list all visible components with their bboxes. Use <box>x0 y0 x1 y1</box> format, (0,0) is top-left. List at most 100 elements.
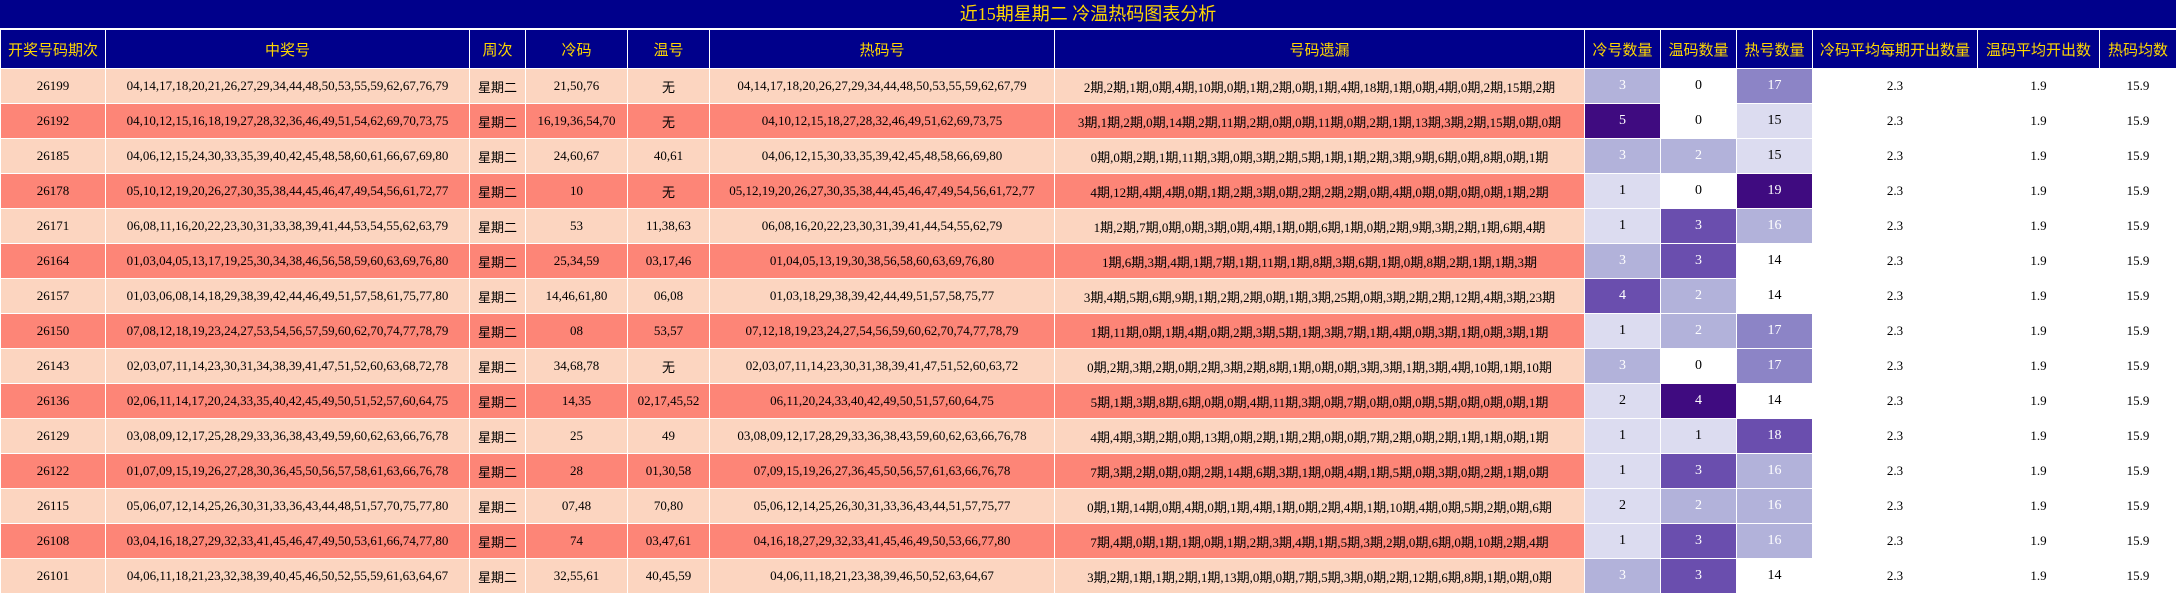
table-row: 2619904,14,17,18,20,21,26,27,29,34,44,48… <box>1 69 2176 104</box>
hot-count-cell: 17 <box>1737 69 1813 104</box>
numbers-cell: 03,08,09,12,17,25,28,29,33,36,38,43,49,5… <box>106 419 470 454</box>
cold-avg-cell: 2.3 <box>1813 384 1978 419</box>
cold-avg-cell: 2.3 <box>1813 279 1978 314</box>
period-cell: 26143 <box>1 349 106 384</box>
col-header-warm-count: 温码数量 <box>1661 30 1737 69</box>
warm-avg-cell: 1.9 <box>1978 174 2100 209</box>
missing-cell: 1期,6期,3期,4期,1期,7期,1期,11期,1期,8期,3期,6期,1期,… <box>1055 244 1585 279</box>
table-row: 2617805,10,12,19,20,26,27,30,35,38,44,45… <box>1 174 2176 209</box>
period-cell: 26136 <box>1 384 106 419</box>
warm-numbers-cell: 40,61 <box>628 139 710 174</box>
table-row: 2612201,07,09,15,19,26,27,28,30,36,45,50… <box>1 454 2176 489</box>
numbers-cell: 05,06,07,12,14,25,26,30,31,33,36,43,44,4… <box>106 489 470 524</box>
cold-count-cell: 1 <box>1585 454 1661 489</box>
hot-count-cell: 14 <box>1737 384 1813 419</box>
warm-avg-cell: 1.9 <box>1978 349 2100 384</box>
period-cell: 26115 <box>1 489 106 524</box>
hot-count-cell: 19 <box>1737 174 1813 209</box>
warm-numbers-cell: 11,38,63 <box>628 209 710 244</box>
warm-count-cell: 2 <box>1661 489 1737 524</box>
hot-numbers-cell: 04,06,12,15,30,33,35,39,42,45,48,58,66,6… <box>710 139 1055 174</box>
heat-table-chart: 近15期星期二 冷温热码图表分析 开奖号码期次 中奖号 周次 冷码 温号 热码号… <box>0 0 2176 591</box>
warm-numbers-cell: 02,17,45,52 <box>628 384 710 419</box>
weekday-cell: 星期二 <box>470 524 526 559</box>
cold-avg-cell: 2.3 <box>1813 104 1978 139</box>
missing-cell: 1期,11期,0期,1期,4期,0期,2期,3期,5期,1期,3期,7期,1期,… <box>1055 314 1585 349</box>
cold-avg-cell: 2.3 <box>1813 559 1978 594</box>
missing-cell: 2期,2期,1期,0期,4期,10期,0期,1期,2期,0期,1期,4期,18期… <box>1055 69 1585 104</box>
warm-numbers-cell: 70,80 <box>628 489 710 524</box>
hot-avg-cell: 15.9 <box>2100 559 2176 594</box>
table-row: 2614302,03,07,11,14,23,30,31,34,38,39,41… <box>1 349 2176 384</box>
warm-avg-cell: 1.9 <box>1978 139 2100 174</box>
period-cell: 26101 <box>1 559 106 594</box>
warm-numbers-cell: 无 <box>628 349 710 384</box>
weekday-cell: 星期二 <box>470 349 526 384</box>
warm-avg-cell: 1.9 <box>1978 209 2100 244</box>
warm-avg-cell: 1.9 <box>1978 454 2100 489</box>
cold-numbers-cell: 32,55,61 <box>526 559 628 594</box>
weekday-cell: 星期二 <box>470 419 526 454</box>
cold-numbers-cell: 53 <box>526 209 628 244</box>
hot-numbers-cell: 06,08,16,20,22,23,30,31,39,41,44,54,55,6… <box>710 209 1055 244</box>
missing-cell: 5期,1期,3期,8期,6期,0期,0期,4期,11期,3期,0期,7期,0期,… <box>1055 384 1585 419</box>
numbers-cell: 01,03,06,08,14,18,29,38,39,42,44,46,49,5… <box>106 279 470 314</box>
cold-numbers-cell: 34,68,78 <box>526 349 628 384</box>
table-row: 2615007,08,12,18,19,23,24,27,53,54,56,57… <box>1 314 2176 349</box>
weekday-cell: 星期二 <box>470 384 526 419</box>
warm-numbers-cell: 53,57 <box>628 314 710 349</box>
hot-numbers-cell: 05,06,12,14,25,26,30,31,33,36,43,44,51,5… <box>710 489 1055 524</box>
cold-numbers-cell: 21,50,76 <box>526 69 628 104</box>
weekday-cell: 星期二 <box>470 139 526 174</box>
table-row: 2612903,08,09,12,17,25,28,29,33,36,38,43… <box>1 419 2176 454</box>
warm-count-cell: 3 <box>1661 524 1737 559</box>
weekday-cell: 星期二 <box>470 489 526 524</box>
table-row: 2618504,06,12,15,24,30,33,35,39,40,42,45… <box>1 139 2176 174</box>
cold-numbers-cell: 07,48 <box>526 489 628 524</box>
numbers-cell: 07,08,12,18,19,23,24,27,53,54,56,57,59,6… <box>106 314 470 349</box>
hot-avg-cell: 15.9 <box>2100 349 2176 384</box>
hot-avg-cell: 15.9 <box>2100 139 2176 174</box>
warm-count-cell: 3 <box>1661 209 1737 244</box>
hot-numbers-cell: 04,10,12,15,18,27,28,32,46,49,51,62,69,7… <box>710 104 1055 139</box>
cold-count-cell: 1 <box>1585 174 1661 209</box>
chart-title: 近15期星期二 冷温热码图表分析 <box>0 0 2176 29</box>
hot-count-cell: 16 <box>1737 454 1813 489</box>
hot-count-cell: 16 <box>1737 524 1813 559</box>
period-cell: 26108 <box>1 524 106 559</box>
col-header-cold-count: 冷号数量 <box>1585 30 1661 69</box>
cold-avg-cell: 2.3 <box>1813 209 1978 244</box>
weekday-cell: 星期二 <box>470 209 526 244</box>
warm-numbers-cell: 40,45,59 <box>628 559 710 594</box>
warm-numbers-cell: 03,47,61 <box>628 524 710 559</box>
period-cell: 26150 <box>1 314 106 349</box>
warm-avg-cell: 1.9 <box>1978 314 2100 349</box>
period-cell: 26171 <box>1 209 106 244</box>
weekday-cell: 星期二 <box>470 69 526 104</box>
table-body: 2619904,14,17,18,20,21,26,27,29,34,44,48… <box>1 69 2176 594</box>
col-header-hot: 热码号 <box>710 30 1055 69</box>
warm-numbers-cell: 03,17,46 <box>628 244 710 279</box>
numbers-cell: 05,10,12,19,20,26,27,30,35,38,44,45,46,4… <box>106 174 470 209</box>
weekday-cell: 星期二 <box>470 559 526 594</box>
weekday-cell: 星期二 <box>470 174 526 209</box>
warm-count-cell: 3 <box>1661 559 1737 594</box>
cold-numbers-cell: 14,35 <box>526 384 628 419</box>
col-header-numbers: 中奖号 <box>106 30 470 69</box>
hot-numbers-cell: 04,16,18,27,29,32,33,41,45,46,49,50,53,6… <box>710 524 1055 559</box>
warm-numbers-cell: 06,08 <box>628 279 710 314</box>
warm-avg-cell: 1.9 <box>1978 279 2100 314</box>
hot-count-cell: 17 <box>1737 349 1813 384</box>
numbers-cell: 04,14,17,18,20,21,26,27,29,34,44,48,50,5… <box>106 69 470 104</box>
hot-numbers-cell: 05,12,19,20,26,27,30,35,38,44,45,46,47,4… <box>710 174 1055 209</box>
weekday-cell: 星期二 <box>470 454 526 489</box>
warm-numbers-cell: 无 <box>628 69 710 104</box>
cold-numbers-cell: 24,60,67 <box>526 139 628 174</box>
warm-count-cell: 0 <box>1661 174 1737 209</box>
table-row: 2617106,08,11,16,20,22,23,30,31,33,38,39… <box>1 209 2176 244</box>
col-header-cold: 冷码 <box>526 30 628 69</box>
cold-numbers-cell: 25 <box>526 419 628 454</box>
numbers-cell: 02,06,11,14,17,20,24,33,35,40,42,45,49,5… <box>106 384 470 419</box>
missing-cell: 7期,3期,2期,0期,0期,2期,14期,6期,3期,1期,0期,4期,1期,… <box>1055 454 1585 489</box>
cold-avg-cell: 2.3 <box>1813 454 1978 489</box>
